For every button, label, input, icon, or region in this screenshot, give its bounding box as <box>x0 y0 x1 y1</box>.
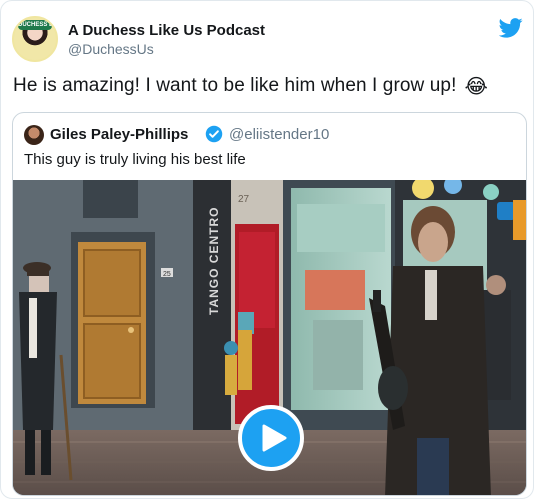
door-number: 27 <box>238 194 250 205</box>
quoted-author-display-name[interactable]: Giles Paley-Phillips <box>50 126 188 143</box>
author-avatar[interactable]: DUCHESS LIKE US <box>12 16 58 62</box>
plaque-number: 25 <box>163 271 171 278</box>
play-button[interactable] <box>238 405 304 471</box>
tweet-card[interactable]: DUCHESS LIKE US A Duchess Like Us Podcas… <box>0 0 534 499</box>
twitter-bird-icon[interactable] <box>499 18 523 38</box>
author-handle[interactable]: @DuchessUs <box>68 41 154 57</box>
tweet-text-content: He is amazing! I want to be like him whe… <box>13 75 457 96</box>
play-icon <box>262 424 287 452</box>
quoted-tweet-text: This guy is truly living his best life <box>24 151 246 168</box>
avatar-badge: DUCHESS LIKE US <box>18 20 52 30</box>
video-thumbnail[interactable]: 25 TANGO CENTRO 27 <box>13 180 526 495</box>
quoted-author-avatar[interactable] <box>24 125 44 145</box>
verified-badge-icon <box>205 125 223 143</box>
laughing-emoji: 😂 <box>464 76 488 98</box>
tango-centro-sign: TANGO CENTRO <box>207 207 221 315</box>
author-display-name[interactable]: A Duchess Like Us Podcast <box>68 22 265 39</box>
tweet-text: He is amazing! I want to be like him whe… <box>13 74 488 99</box>
quoted-tweet[interactable]: Giles Paley-Phillips @eliistender10 This… <box>12 112 527 496</box>
quoted-author-handle[interactable]: @eliistender10 <box>229 126 329 143</box>
